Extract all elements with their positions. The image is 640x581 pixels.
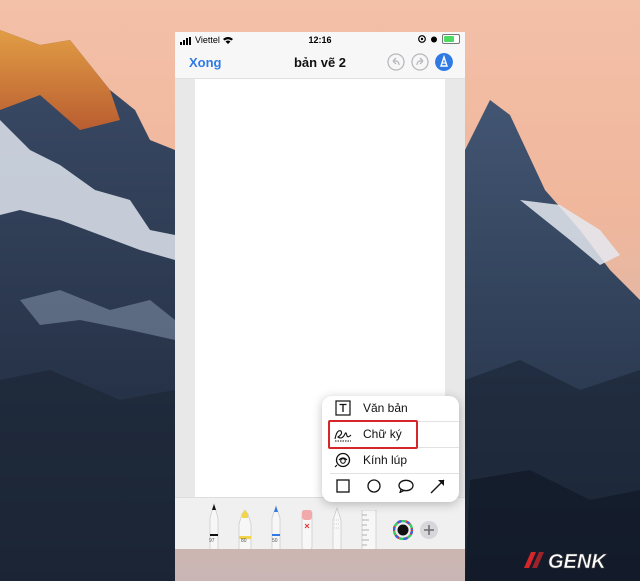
ruler-tool[interactable] bbox=[359, 510, 379, 549]
markup-pen-icon[interactable] bbox=[435, 53, 453, 71]
circle-icon[interactable] bbox=[367, 479, 381, 493]
arrow-icon[interactable] bbox=[430, 478, 446, 494]
add-menu-popup: Văn bản Chữ ký Kính lúp bbox=[322, 396, 459, 502]
color-picker-icon[interactable] bbox=[393, 520, 413, 540]
nav-bar: Xong bản vẽ 2 bbox=[175, 48, 465, 79]
pencil-size-label: 50 bbox=[272, 538, 278, 544]
status-bar: Viettel 12:16 bbox=[175, 32, 465, 48]
location-lock-icon bbox=[418, 35, 426, 43]
menu-item-text[interactable]: Văn bản bbox=[322, 396, 459, 421]
lasso-tool[interactable] bbox=[329, 506, 345, 549]
battery-icon bbox=[442, 34, 460, 44]
redo-icon[interactable] bbox=[411, 53, 429, 71]
add-button[interactable] bbox=[419, 520, 439, 540]
highlighter-size-label: 80 bbox=[241, 538, 247, 544]
menu-item-magnifier[interactable]: Kính lúp bbox=[322, 448, 459, 473]
genk-watermark-logo: GENK bbox=[524, 551, 608, 573]
menu-item-label: Văn bản bbox=[363, 401, 408, 415]
square-icon[interactable] bbox=[336, 479, 350, 493]
eraser-tool[interactable] bbox=[299, 510, 315, 549]
pen-size-label: 97 bbox=[209, 538, 215, 544]
tool-palette: 97 80 50 bbox=[175, 497, 465, 549]
undo-icon[interactable] bbox=[387, 53, 405, 71]
watermark-text: GENK bbox=[548, 551, 607, 573]
text-box-icon bbox=[335, 400, 351, 416]
annotation-highlight-box bbox=[328, 420, 418, 449]
magnifier-icon bbox=[334, 452, 351, 468]
speech-bubble-icon[interactable] bbox=[398, 479, 414, 493]
menu-item-label: Kính lúp bbox=[363, 453, 408, 467]
shape-picker bbox=[322, 474, 459, 500]
alarm-icon bbox=[431, 36, 437, 43]
